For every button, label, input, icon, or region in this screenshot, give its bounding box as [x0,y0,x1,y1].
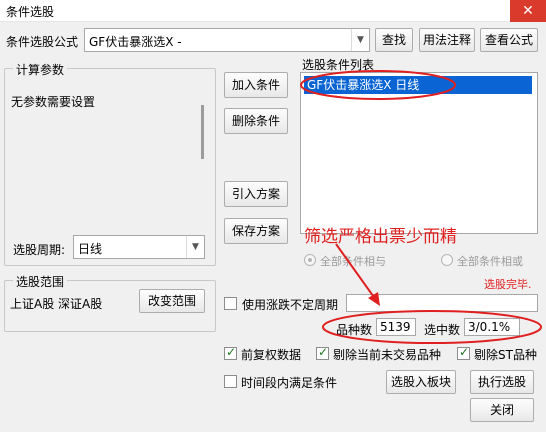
params-text: 无参数需要设置 [11,95,96,109]
title-bar: 条件选股 ✕ [0,0,546,22]
status-text: 选股完毕. [484,278,532,291]
exclude-untraded-checkbox[interactable] [316,345,329,360]
period-select[interactable]: 日线 ▼ [73,235,205,259]
arrow-annotation [335,243,380,306]
close-button[interactable]: 关闭 [470,398,534,422]
view-formula-button[interactable]: 查看公式 [480,28,538,52]
dialog-body: 条件选股公式 GF伏击暴涨选X - ▼ 查找 用法注释 查看公式 计算参数 无参… [0,22,546,432]
exclude-st-checkbox[interactable] [457,345,470,360]
or-label: 全部条件相或 [457,255,523,268]
usage-button[interactable]: 用法注释 [419,28,475,52]
find-button[interactable]: 查找 [375,28,413,52]
to-board-button[interactable]: 选股入板块 [386,370,456,394]
import-scheme-button[interactable]: 引入方案 [224,181,288,207]
formula-label: 条件选股公式 [6,35,79,49]
scope-group-title: 选股范围 [13,273,68,290]
or-radio[interactable] [441,254,453,266]
window-title: 条件选股 [6,5,55,19]
time-range-checkbox[interactable] [224,375,237,388]
time-range-label: 时间段内满足条件 [241,376,338,390]
execute-button[interactable]: 执行选股 [470,370,534,394]
exclude-st-label: 剔除ST品种 [474,348,537,362]
scope-text: 上证A股 深证A股 [10,297,103,311]
formula-select-value: GF伏击暴涨选X - [89,35,182,49]
exclude-untraded-label: 剔除当前未交易品种 [333,348,442,362]
variable-period-checkbox[interactable] [224,297,237,310]
chevron-down-icon[interactable]: ▼ [351,29,369,51]
fq-checkbox[interactable] [224,345,237,360]
scope-group: 选股范围 上证A股 深证A股 改变范围 [4,273,216,332]
delete-condition-button[interactable]: 删除条件 [224,108,288,134]
period-label: 选股周期: [13,243,66,257]
period-select-value: 日线 [78,242,103,256]
change-scope-button[interactable]: 改变范围 [139,289,205,313]
formula-select[interactable]: GF伏击暴涨选X - ▼ [84,28,370,52]
highlight-ellipse [300,70,456,100]
params-scrollbar[interactable] [201,105,204,159]
params-group-title: 计算参数 [13,61,68,78]
add-condition-button[interactable]: 加入条件 [224,72,288,98]
and-radio[interactable] [304,254,316,266]
close-icon[interactable]: ✕ [510,0,546,22]
params-group: 计算参数 无参数需要设置 选股周期: 日线 ▼ [4,61,216,266]
stats-ellipse [322,310,542,344]
chevron-down-icon[interactable]: ▼ [186,236,204,258]
save-scheme-button[interactable]: 保存方案 [224,218,288,244]
fq-label: 前复权数据 [241,348,302,362]
